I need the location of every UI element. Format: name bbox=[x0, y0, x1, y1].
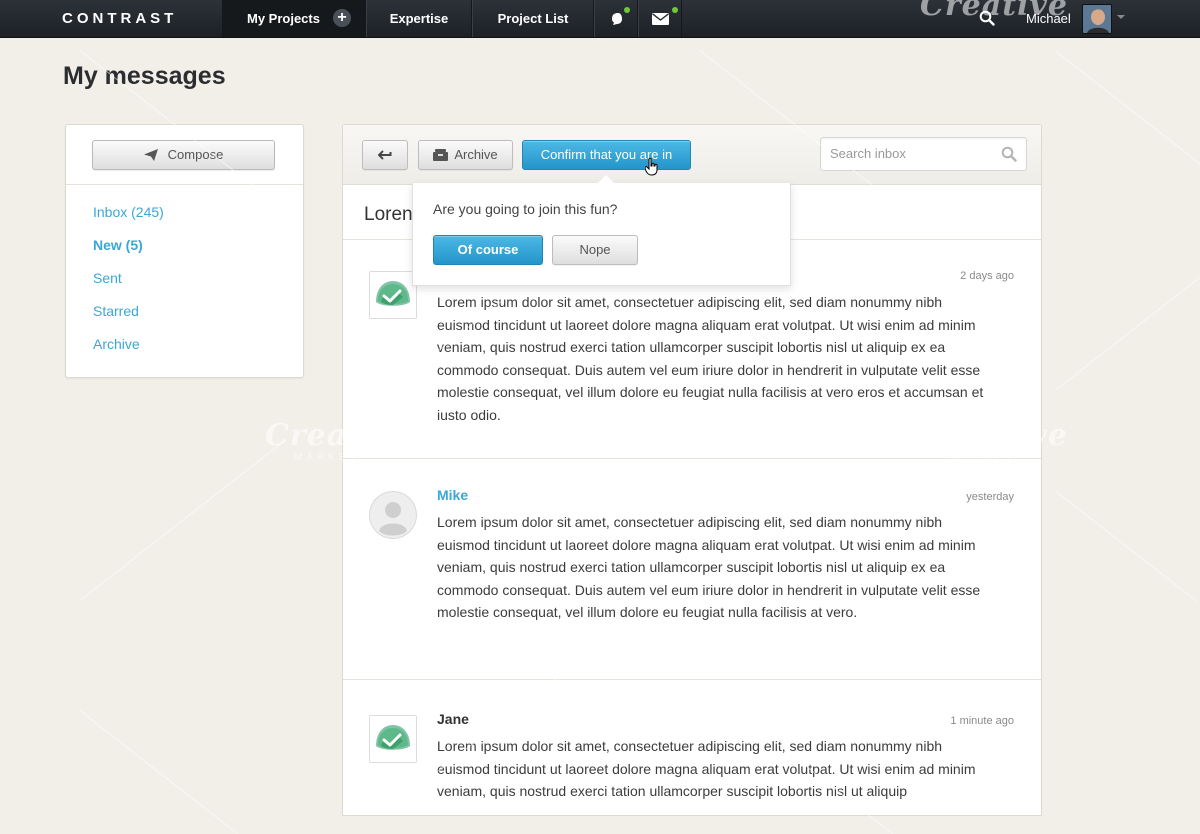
confirm-popover: Are you going to join this fun? Of cours… bbox=[412, 183, 791, 286]
nav-divider bbox=[681, 0, 682, 37]
popover-arrow bbox=[597, 175, 615, 184]
watermark-line bbox=[1055, 273, 1200, 391]
message-body: Lorem ipsum dolor sit amet, consectetuer… bbox=[437, 738, 976, 799]
user-name[interactable]: Michael bbox=[1026, 11, 1071, 26]
messages-button[interactable] bbox=[637, 0, 682, 37]
send-icon bbox=[143, 149, 158, 161]
top-navbar: CONTRAST My Projects + Expertise Project… bbox=[0, 0, 1200, 38]
notifications-button[interactable] bbox=[593, 0, 638, 37]
basecamp-icon bbox=[369, 715, 417, 763]
nav-my-projects[interactable]: My Projects + bbox=[222, 0, 366, 37]
message-time: yesterday bbox=[966, 491, 1014, 503]
cursor-hand-icon bbox=[645, 158, 658, 176]
compose-label: Compose bbox=[167, 147, 224, 162]
plus-icon[interactable]: + bbox=[333, 9, 351, 27]
nav-project-list[interactable]: Project List bbox=[471, 0, 594, 37]
reply-icon bbox=[377, 150, 392, 160]
sidebar-item-inbox[interactable]: Inbox (245) bbox=[93, 204, 164, 220]
search-icon[interactable] bbox=[1001, 146, 1017, 162]
sidebar-item-archive[interactable]: Archive bbox=[93, 336, 140, 352]
user-silhouette-icon bbox=[369, 491, 417, 539]
message-toolbar: Archive Confirm that you are in bbox=[343, 125, 1041, 185]
popover-question: Are you going to join this fun? bbox=[433, 201, 618, 217]
archive-label: Archive bbox=[454, 147, 498, 162]
nav-expertise-label: Expertise bbox=[389, 11, 449, 26]
message-sender[interactable]: Jane bbox=[437, 711, 469, 727]
of-course-label: Of course bbox=[457, 242, 519, 257]
mail-dot bbox=[672, 7, 678, 13]
divider bbox=[343, 679, 1041, 680]
message-body: Lorem ipsum dolor sit amet, consectetuer… bbox=[437, 514, 981, 620]
mail-icon bbox=[652, 13, 669, 25]
sidebar-item-new[interactable]: New (5) bbox=[93, 237, 143, 253]
archive-icon bbox=[433, 149, 449, 161]
sidebar: Compose Inbox (245) New (5) Sent Starred… bbox=[65, 124, 304, 378]
message-item[interactable]: Mike yesterday Lorem ipsum dolor sit ame… bbox=[343, 475, 1041, 675]
sidebar-item-sent[interactable]: Sent bbox=[93, 270, 122, 286]
watermark-line bbox=[79, 710, 238, 834]
watermark-line bbox=[80, 439, 286, 601]
nav-project-list-label: Project List bbox=[497, 11, 569, 26]
basecamp-icon bbox=[369, 271, 417, 319]
confirm-button[interactable]: Confirm that you are in bbox=[522, 140, 691, 170]
search-icon[interactable] bbox=[979, 10, 995, 26]
message-body: Lorem ipsum dolor sit amet, consectetuer… bbox=[437, 294, 984, 423]
chevron-down-icon[interactable] bbox=[1117, 15, 1125, 19]
message-time: 1 minute ago bbox=[950, 715, 1014, 727]
user-avatar[interactable] bbox=[1082, 4, 1112, 34]
of-course-button[interactable]: Of course bbox=[433, 235, 543, 265]
brand-logo[interactable]: CONTRAST bbox=[62, 10, 177, 27]
nav-my-projects-label: My Projects bbox=[247, 11, 320, 26]
search-box[interactable] bbox=[820, 137, 1027, 171]
thread-title: Loren bbox=[364, 204, 413, 225]
archive-button[interactable]: Archive bbox=[418, 140, 513, 170]
notification-icon bbox=[612, 13, 622, 25]
watermark-line bbox=[1054, 490, 1197, 602]
message-item[interactable]: Jane 1 minute ago Lorem ipsum dolor sit … bbox=[343, 699, 1041, 819]
compose-button[interactable]: Compose bbox=[92, 140, 275, 170]
nav-expertise[interactable]: Expertise bbox=[365, 0, 472, 37]
compose-section: Compose bbox=[66, 125, 303, 185]
divider bbox=[343, 458, 1041, 459]
sidebar-item-starred[interactable]: Starred bbox=[93, 303, 139, 319]
back-button[interactable] bbox=[362, 140, 408, 170]
notification-dot bbox=[624, 7, 630, 13]
message-sender[interactable]: Mike bbox=[437, 487, 468, 503]
search-input[interactable] bbox=[830, 146, 990, 161]
user-photo bbox=[1083, 5, 1111, 33]
nope-button[interactable]: Nope bbox=[552, 235, 638, 265]
watermark-line bbox=[1054, 50, 1200, 174]
message-time: 2 days ago bbox=[960, 270, 1014, 282]
nope-label: Nope bbox=[579, 242, 611, 257]
page-title: My messages bbox=[63, 62, 226, 90]
